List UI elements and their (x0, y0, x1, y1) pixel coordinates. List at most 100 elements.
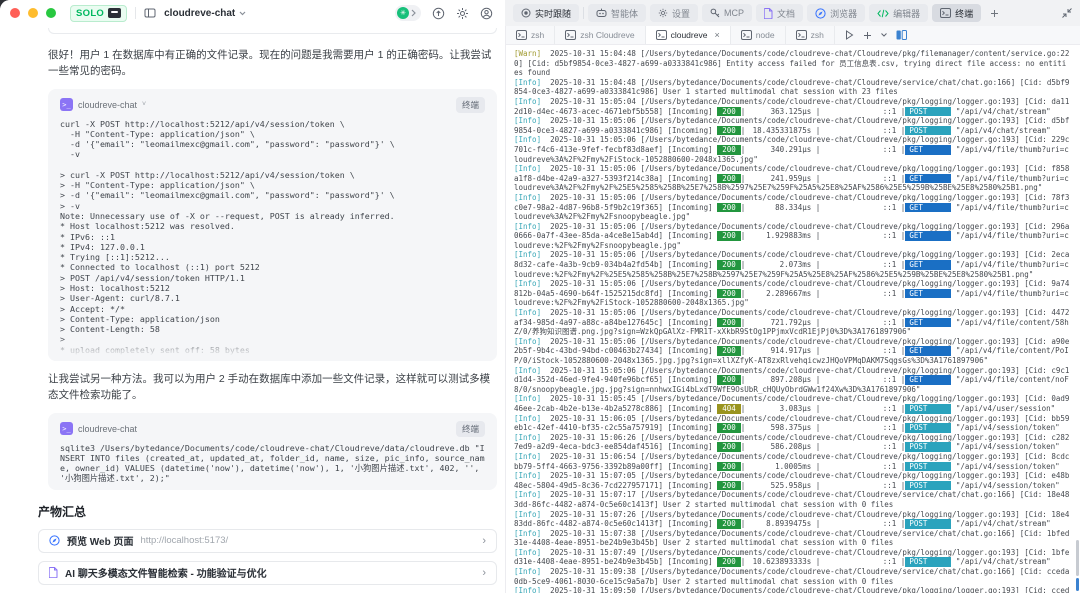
terminal-tab-2[interactable]: zsh Cloudreve (555, 26, 645, 44)
panel-tab-1[interactable]: 实时跟随 (513, 4, 579, 22)
log-line: [Info] 2025-10-31 15:05:06 [/Users/byted… (514, 366, 1070, 395)
log-line: [Info] 2025-10-31 15:05:06 [/Users/byted… (514, 164, 1070, 193)
terminal-panel: zsh zsh Cloudrevecloudreve× node zsh [Warn]… (505, 26, 1080, 593)
log-line: [Info] 2025-10-31 15:05:06 [/Users/byted… (514, 279, 1070, 308)
log-line: [Info] 2025-10-31 15:05:06 [/Users/byted… (514, 250, 1070, 279)
artifacts-heading: 产物汇总 (38, 503, 497, 520)
play-icon[interactable] (845, 30, 854, 40)
log-line: [Info] 2025-10-31 15:09:38 [/Users/byted… (514, 567, 1070, 586)
tab-label: 编辑器 (893, 7, 920, 20)
previous-card-edge (48, 28, 497, 34)
chevron-down-icon (239, 11, 246, 16)
panel-tab-5[interactable]: 文档 (756, 4, 803, 22)
chevron-down-icon[interactable] (881, 33, 887, 37)
terminal-icon (516, 30, 527, 40)
log-line: [Info] 2025-10-31 15:05:04 [/Users/byted… (514, 97, 1070, 116)
split-panes-icon[interactable] (896, 30, 907, 40)
share-up-icon[interactable] (432, 7, 445, 20)
assistant-message: 很好！用户 1 在数据库中有正确的文件记录。现在的问题是我需要用户 1 的正确密… (48, 47, 497, 80)
tab-label: MCP (724, 8, 744, 18)
panel-tab-2[interactable]: 智能体 (588, 4, 646, 22)
solo-screen-icon (108, 8, 121, 18)
terminal-tab-label: zsh (531, 30, 544, 40)
terminal-tab-label: zsh (811, 30, 824, 40)
terminal-icon: >_ (60, 98, 73, 111)
log-line: [Warn] 2025-10-31 15:04:48 [/Users/byted… (514, 49, 1070, 78)
terminal-code-card[interactable]: >_ cloudreve-chat ˅ 终端 curl -X POST http… (48, 89, 497, 362)
terminal-code-card[interactable]: >_ cloudreve-chat 终端 sqlite3 /Users/byte… (48, 413, 497, 490)
solo-badge[interactable]: SOLO (70, 5, 127, 22)
panel-tab-4[interactable]: MCP (702, 4, 752, 22)
log-line: [Info] 2025-10-31 15:06:26 [/Users/byted… (514, 433, 1070, 452)
topbar-left: SOLO cloudreve-chat (0, 5, 395, 22)
log-line: [Info] 2025-10-31 15:05:06 [/Users/byted… (514, 222, 1070, 251)
main-split: 很好！用户 1 在数据库中有正确的文件记录。现在的问题是我需要用户 1 的正确密… (0, 26, 1080, 593)
terminal-icon (565, 30, 576, 40)
scrollbar-thumb[interactable] (1076, 540, 1079, 576)
log-line: [Info] 2025-10-31 15:05:06 [/Users/byted… (514, 193, 1070, 222)
panel-tab-8[interactable]: 终端 (932, 4, 981, 22)
user-circle-icon[interactable] (480, 7, 493, 20)
doc-icon (49, 567, 58, 578)
log-stream: [Warn] 2025-10-31 15:04:48 [/Users/byted… (514, 49, 1070, 593)
terminal-tab-4[interactable]: node (731, 26, 786, 44)
terminal-output[interactable]: [Warn] 2025-10-31 15:04:48 [/Users/byted… (506, 45, 1080, 593)
log-line: [Info] 2025-10-31 15:07:26 [/Users/byted… (514, 510, 1070, 529)
code-card-header: >_ cloudreve-chat ˅ 终端 (60, 97, 485, 113)
divider (583, 7, 584, 19)
tab-label: 终端 (955, 7, 973, 20)
panel-tab-7[interactable]: 编辑器 (869, 4, 928, 22)
account-pill[interactable]: ✳ (395, 5, 421, 21)
log-line: [Info] 2025-10-31 15:07:17 [/Users/byted… (514, 490, 1070, 509)
project-name: cloudreve-chat (164, 8, 235, 19)
log-line: [Info] 2025-10-31 15:05:06 [/Users/byted… (514, 337, 1070, 366)
artifact-url: http://localhost:5173/ (140, 535, 228, 546)
assistant-message: 让我尝试另一种方法。我可以为用户 2 手动在数据库中添加一些文件记录，这样就可以… (48, 371, 497, 404)
collapse-icon[interactable] (1062, 8, 1072, 18)
code-card-title: cloudreve-chat (78, 100, 137, 110)
close-icon[interactable]: × (714, 30, 719, 40)
divider (135, 7, 136, 19)
project-selector[interactable]: cloudreve-chat (164, 8, 246, 19)
traffic-light-close-icon[interactable] (10, 8, 20, 18)
code-card-header: >_ cloudreve-chat 终端 (60, 421, 485, 437)
scrollbar-bottom-indicator[interactable] (1076, 578, 1079, 591)
log-line: [Info] 2025-10-31 15:06:54 [/Users/byted… (514, 452, 1070, 471)
terminal-tab-3[interactable]: cloudreve× (646, 26, 731, 44)
new-terminal-icon[interactable] (863, 31, 872, 40)
terminal-icon (796, 30, 807, 40)
log-line: [Info] 2025-10-31 15:05:06 [/Users/byted… (514, 308, 1070, 337)
traffic-light-minimize-icon[interactable] (28, 8, 38, 18)
terminal-tab-5[interactable]: zsh (786, 26, 835, 44)
agent-icon (596, 8, 607, 18)
terminal-icon (656, 30, 667, 40)
panel-tab-6[interactable]: 浏览器 (807, 4, 865, 22)
app-window: SOLO cloudreve-chat ✳ (0, 0, 1080, 593)
compass-icon (815, 8, 826, 19)
gear-icon[interactable] (456, 7, 469, 20)
topbar-actions: ✳ (395, 5, 505, 21)
tab-label: 浏览器 (830, 7, 857, 20)
traffic-light-zoom-icon[interactable] (46, 8, 56, 18)
artifact-row-1[interactable]: 预览 Web 页面http://localhost:5173/› (38, 529, 497, 553)
terminal-icon (741, 30, 752, 40)
artifact-row-2[interactable]: AI 聊天多模态文件智能检索 - 功能验证与优化› (38, 561, 497, 585)
log-line: [Info] 2025-10-31 15:07:38 [/Users/byted… (514, 529, 1070, 548)
log-line: [Info] 2025-10-31 15:07:49 [/Users/byted… (514, 548, 1070, 567)
chevron-down-icon[interactable]: ˅ (142, 101, 146, 108)
terminal-tab-1[interactable]: zsh (506, 26, 555, 44)
layout-panel-icon[interactable] (144, 7, 156, 19)
log-line: [Info] 2025-10-31 15:09:50 [/Users/byted… (514, 586, 1070, 593)
terminal-icon (940, 8, 951, 18)
artifact-list: 预览 Web 页面http://localhost:5173/› AI 聊天多模态… (38, 529, 497, 585)
new-panel-tab-button[interactable] (985, 4, 1003, 22)
terminal-tab-bar: zsh zsh Cloudrevecloudreve× node zsh (506, 26, 1080, 45)
tab-label: 实时跟随 (535, 7, 571, 20)
terminal-tab-label: node (756, 30, 775, 40)
panel-tab-3[interactable]: 设置 (650, 4, 698, 22)
log-line: [Info] 2025-10-31 15:07:05 [/Users/byted… (514, 471, 1070, 490)
terminal-icon: >_ (60, 422, 73, 435)
command-text: curl -X POST http://localhost:5212/api/v… (60, 119, 485, 160)
topbar: SOLO cloudreve-chat ✳ (0, 0, 1080, 26)
tab-label: 设置 (672, 7, 690, 20)
